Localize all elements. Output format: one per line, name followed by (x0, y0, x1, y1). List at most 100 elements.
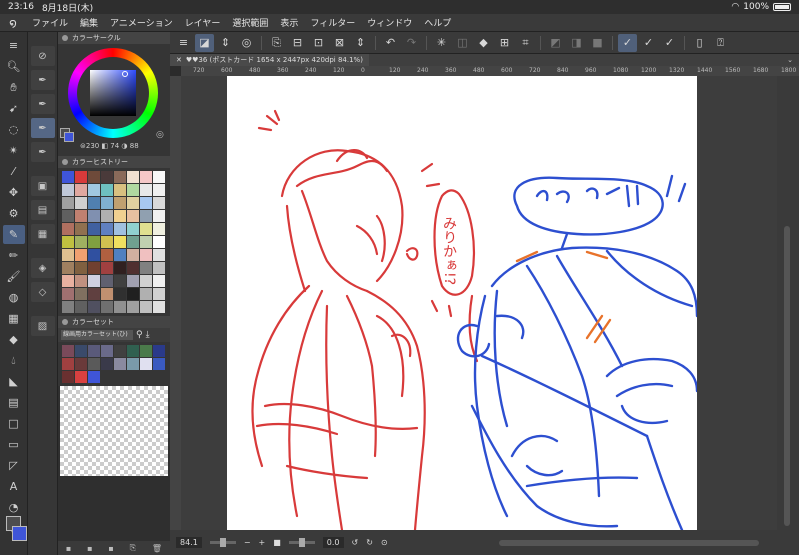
color-swatch[interactable] (153, 301, 165, 313)
color-swatch[interactable] (75, 210, 87, 222)
edit-mode-icon[interactable]: ◪ (195, 33, 214, 52)
stabilizer-3-icon[interactable]: ✓ (660, 34, 679, 52)
color-swatch[interactable] (140, 358, 152, 370)
color-swatch[interactable] (127, 262, 139, 274)
color-swatch[interactable] (140, 223, 152, 235)
menu-layer[interactable]: レイヤー (185, 16, 221, 29)
text-tool-icon[interactable]: A (3, 477, 25, 496)
color-swatch[interactable] (62, 301, 74, 313)
balloon-tool-icon[interactable]: ◔ (3, 498, 25, 517)
color-swatch[interactable] (127, 197, 139, 209)
move-tool-icon[interactable]: ✥ (3, 183, 25, 202)
menu-icon[interactable]: ≡ (174, 34, 193, 52)
hamburger-icon[interactable]: ≡ (3, 36, 25, 55)
color-swatch[interactable] (153, 358, 165, 370)
color-swatch[interactable] (114, 262, 126, 274)
close-icon[interactable]: ✕ (176, 56, 182, 64)
color-swatch[interactable] (101, 301, 113, 313)
pen-tool-icon[interactable]: ✎ (2, 225, 25, 244)
color-swatch[interactable] (101, 249, 113, 261)
loading-icon[interactable]: ✳ (432, 34, 451, 52)
saturation-value-square[interactable] (90, 70, 136, 116)
color-swatch[interactable] (101, 223, 113, 235)
color-swatch[interactable] (114, 210, 126, 222)
subtool-pen-maru-icon[interactable]: ✒ (30, 94, 55, 114)
color-swatch[interactable] (62, 223, 74, 235)
color-swatch[interactable] (153, 197, 165, 209)
color-swatch[interactable] (127, 236, 139, 248)
angle-value[interactable]: 0.0 (322, 537, 344, 548)
device-icon[interactable]: ▯ (690, 34, 709, 52)
menu-file[interactable]: ファイル (32, 16, 68, 29)
replace-color-icon[interactable]: ▪ (87, 544, 92, 553)
rotate-slider[interactable] (288, 538, 315, 547)
color-swatch[interactable] (127, 184, 139, 196)
zoom-out-icon[interactable]: − (244, 538, 251, 547)
color-set-header[interactable]: カラーセット (58, 316, 170, 328)
menu-selection[interactable]: 選択範囲 (232, 16, 268, 29)
color-marker[interactable] (122, 71, 128, 77)
brush-tool-icon[interactable]: 🖌︎ (3, 267, 25, 286)
color-swatch[interactable] (101, 236, 113, 248)
menu-filter[interactable]: フィルター (310, 16, 355, 29)
color-swatch[interactable] (153, 288, 165, 300)
color-swatch[interactable] (153, 210, 165, 222)
hand-tool-icon[interactable]: ✋︎ (3, 78, 25, 97)
rotate-left-icon[interactable]: ↺ (352, 538, 359, 547)
menu-edit[interactable]: 編集 (80, 16, 98, 29)
stabilizer-2-icon[interactable]: ✓ (639, 34, 658, 52)
reset-rotate-icon[interactable]: ⊙ (381, 538, 388, 547)
color-swatch[interactable] (88, 184, 100, 196)
color-swatch[interactable] (153, 171, 165, 183)
color-set-dropdown[interactable]: 線画用カラーセット(ひ) (61, 330, 133, 340)
layer-panel-icon[interactable]: ▣ (30, 176, 55, 196)
updown-icon-2[interactable]: ⇕ (351, 34, 370, 52)
color-swatch[interactable] (88, 288, 100, 300)
color-swatch[interactable] (75, 275, 87, 287)
delete-color-icon[interactable]: ▪ (108, 544, 113, 553)
blend-tool-icon[interactable]: 💧︎ (3, 351, 25, 370)
trash-icon[interactable]: 🗑︎ (152, 544, 162, 553)
color-swatch[interactable] (75, 223, 87, 235)
deselect-icon[interactable]: ◩ (546, 34, 565, 52)
color-swatch[interactable] (101, 275, 113, 287)
color-swatch[interactable] (140, 249, 152, 261)
color-swatch[interactable] (62, 262, 74, 274)
color-swatch[interactable] (62, 358, 74, 370)
color-swatch[interactable] (88, 210, 100, 222)
color-swatch[interactable] (127, 249, 139, 261)
color-swatch[interactable] (140, 197, 152, 209)
ruler-tool-icon[interactable]: ◸ (3, 456, 25, 475)
fill-tool-icon[interactable]: ◣ (3, 372, 25, 391)
clear-icon[interactable]: ◫ (453, 34, 472, 52)
airbrush-tool-icon[interactable]: ◍ (3, 288, 25, 307)
frame-tool-icon[interactable]: ▭ (3, 435, 25, 454)
color-swatch[interactable] (153, 223, 165, 235)
color-swatch[interactable] (140, 275, 152, 287)
color-swatch[interactable] (140, 301, 152, 313)
color-swatch[interactable] (153, 249, 165, 261)
color-swatch[interactable] (114, 345, 126, 357)
color-swatch[interactable] (101, 345, 113, 357)
operation-tool-icon[interactable]: ➹ (3, 99, 25, 118)
color-swatch[interactable] (75, 358, 87, 370)
zoom-in-icon[interactable]: + (259, 538, 266, 547)
crop-icon[interactable]: ⌗ (516, 34, 535, 52)
color-swatch[interactable] (140, 288, 152, 300)
decoration-tool-icon[interactable]: ▦ (3, 309, 25, 328)
color-swatch[interactable] (114, 301, 126, 313)
color-swatch[interactable] (88, 262, 100, 274)
stabilizer-1-icon[interactable]: ✓ (618, 33, 637, 52)
color-swatch[interactable] (75, 197, 87, 209)
color-swatch[interactable] (101, 288, 113, 300)
new-file-icon[interactable]: ⎘ (267, 34, 286, 52)
color-swatch[interactable] (88, 197, 100, 209)
color-swatch[interactable] (127, 171, 139, 183)
search-icon[interactable]: ⚲ (136, 330, 143, 340)
color-swatch[interactable] (88, 275, 100, 287)
lasso-tool-icon[interactable]: ◌ (3, 120, 25, 139)
zoom-slider[interactable] (209, 538, 236, 547)
invert-icon[interactable]: ◨ (567, 34, 586, 52)
zoom-tool-icon[interactable]: 🔍︎ (3, 57, 25, 76)
image-panel-icon[interactable]: ▨ (30, 316, 55, 336)
